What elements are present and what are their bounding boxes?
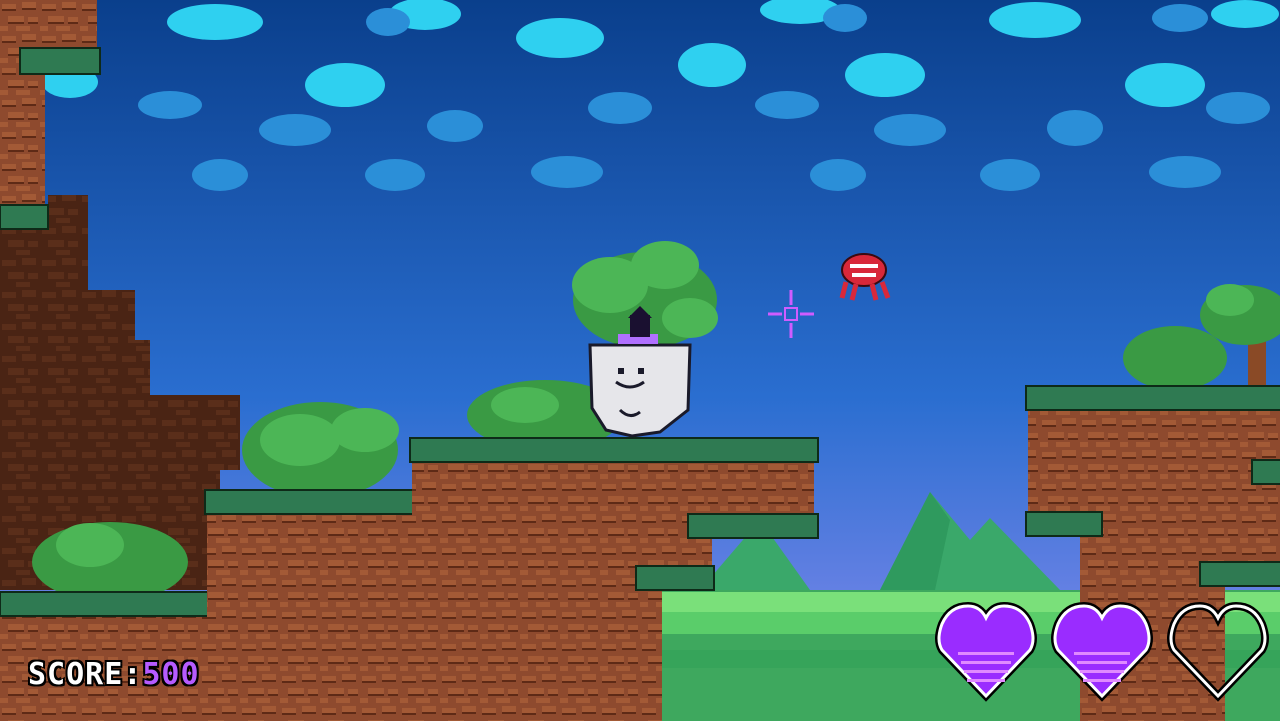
score-display: SCORE:500 — [28, 660, 200, 690]
score-label: SCORE — [28, 657, 124, 692]
score-separator: : — [123, 657, 143, 692]
heart-empty-icon — [1167, 601, 1269, 702]
game-viewport[interactable]: SCORE:500 — [0, 0, 1280, 721]
heart-full-icon — [1051, 601, 1153, 702]
score-value: 500 — [142, 657, 200, 692]
health-hearts — [935, 601, 1269, 702]
platform-mid-step — [204, 489, 436, 721]
heart-full-icon — [935, 601, 1037, 702]
